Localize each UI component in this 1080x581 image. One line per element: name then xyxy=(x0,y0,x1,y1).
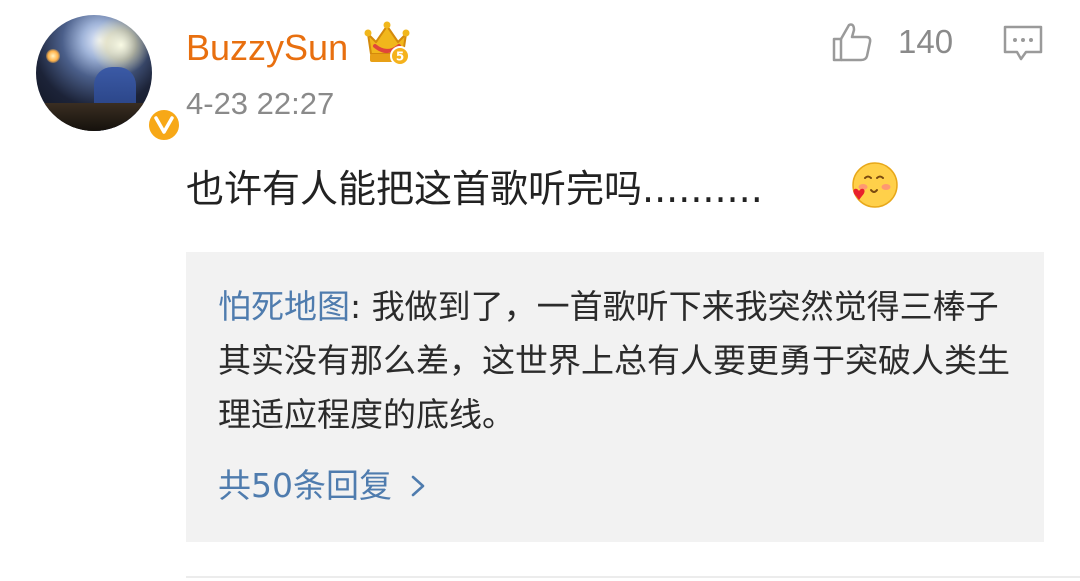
reply-box[interactable]: 怕死地图: 我做到了，一首歌听下来我突然觉得三棒子其实没有那么差，这世界上总有人… xyxy=(186,252,1044,542)
like-count: 140 xyxy=(898,23,954,60)
comment-text: 也许有人能把这首歌听完吗.......... xyxy=(186,167,763,211)
vip-crown-icon: 5 xyxy=(364,21,410,66)
timestamp: 4-23 22:27 xyxy=(186,86,335,121)
view-all-replies-label[interactable]: 共50条回复 xyxy=(218,462,392,510)
avatar-photo xyxy=(36,15,152,131)
avatar[interactable] xyxy=(36,15,182,143)
thumbs-up-icon[interactable] xyxy=(830,20,874,64)
smiley-blush-heart-icon xyxy=(852,162,898,208)
reply-author[interactable]: 怕死地图 xyxy=(218,287,350,326)
comment-icon[interactable] xyxy=(1002,22,1044,64)
chevron-right-icon xyxy=(411,475,425,497)
view-all-replies-link[interactable]: 共50条回复 xyxy=(218,462,430,510)
svg-text:5: 5 xyxy=(396,50,404,64)
reply-separator: : xyxy=(350,287,372,326)
divider xyxy=(186,576,1080,578)
username[interactable]: BuzzySun xyxy=(186,26,348,70)
verified-v-icon xyxy=(146,107,182,143)
reply-text-block: 怕死地图: 我做到了，一首歌听下来我突然觉得三棒子其实没有那么差，这世界上总有人… xyxy=(218,280,1018,442)
